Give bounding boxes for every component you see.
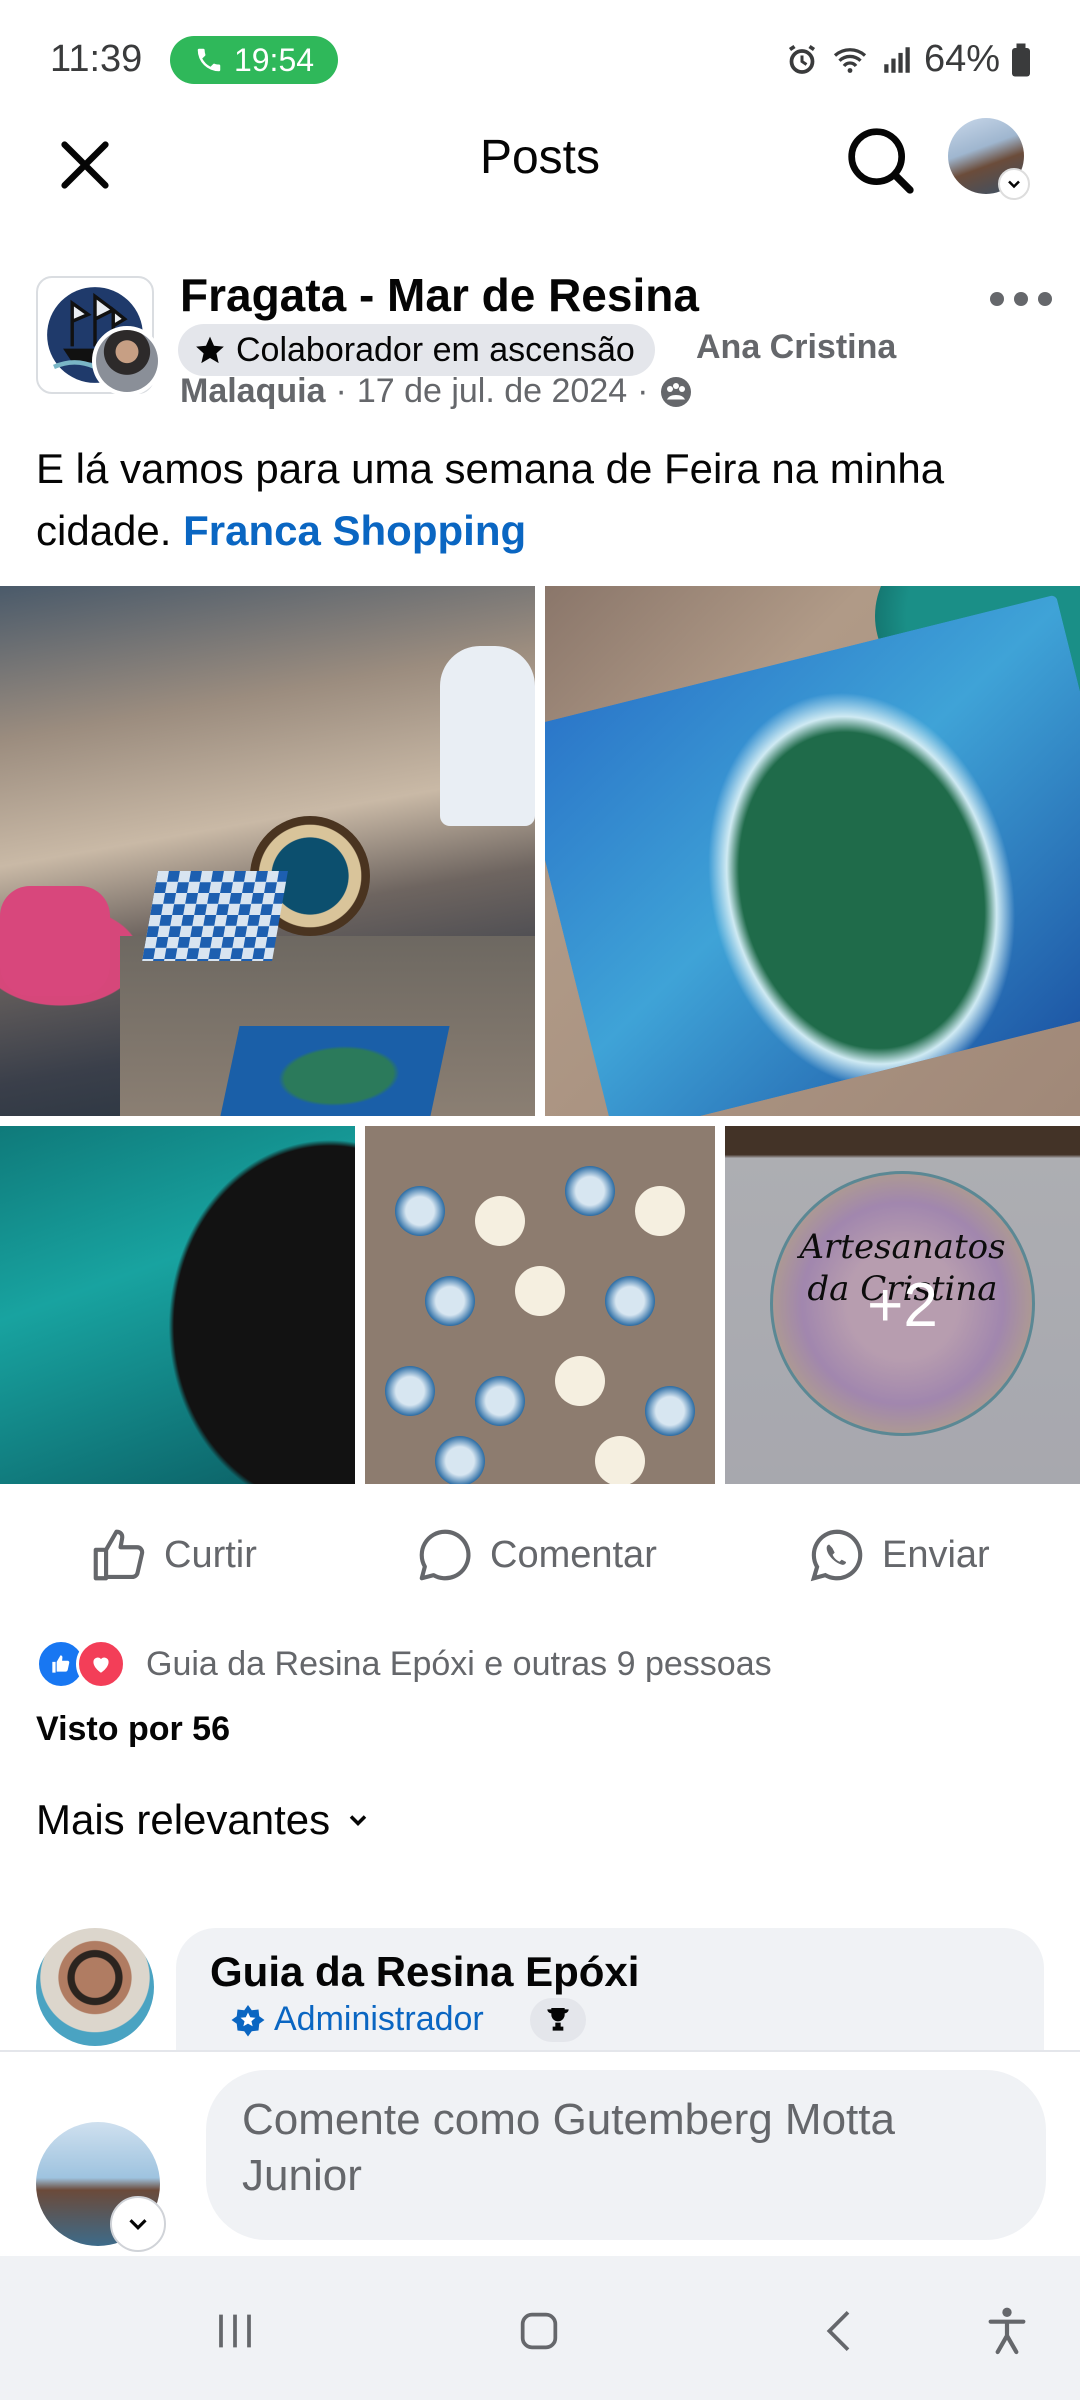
accessibility-icon: [988, 2307, 1026, 2355]
comment-button[interactable]: Comentar: [414, 1520, 657, 1590]
comment-bubble-icon: [419, 1529, 471, 1581]
battery-icon: [1012, 43, 1030, 76]
post-actions: Curtir Comentar Enviar: [0, 1500, 1080, 1610]
author-avatar[interactable]: [92, 326, 162, 396]
like-button[interactable]: Curtir: [88, 1520, 257, 1590]
profile-avatar-button[interactable]: [948, 118, 1030, 200]
rising-contributor-badge[interactable]: Colaborador em ascensão: [178, 324, 655, 376]
chevron-down-icon: [998, 168, 1030, 200]
chevron-down-icon: [110, 2196, 166, 2252]
comment-composer: Comente como Gutemberg Motta Junior: [0, 2050, 1080, 2256]
search-icon: [848, 128, 914, 194]
status-time: 11:39: [50, 38, 143, 80]
more-options-button[interactable]: [990, 284, 1054, 314]
app-bar: Posts: [0, 110, 1080, 240]
trophy-icon: [547, 2008, 569, 2031]
reaction-icons: [36, 1639, 132, 1689]
reactions-summary[interactable]: Guia da Resina Epóxi e outras 9 pessoas: [36, 1636, 772, 1692]
recent-apps-button[interactable]: [200, 2296, 270, 2366]
home-icon: [520, 2312, 558, 2350]
author-name[interactable]: Ana Cristina: [696, 328, 896, 367]
chevron-down-icon: [349, 1815, 367, 1826]
search-button[interactable]: [840, 120, 920, 200]
battery-percent: 64%: [923, 38, 1000, 80]
admin-badge[interactable]: Administrador: [230, 2000, 484, 2039]
sort-label: Mais relevantes: [36, 1796, 331, 1843]
post-photo-2[interactable]: [545, 586, 1080, 1116]
system-nav-bar: [0, 2256, 1080, 2400]
post-text: E lá vamos para uma semana de Feira na m…: [36, 438, 1046, 562]
back-icon: [826, 2311, 850, 2351]
post-photo-1[interactable]: [0, 586, 535, 1116]
post-header: Fragata - Mar de Resina Colaborador em a…: [0, 260, 1080, 420]
home-button[interactable]: [504, 2296, 574, 2366]
reactions-text: Guia da Resina Epóxi e outras 9 pessoas: [146, 1644, 772, 1683]
send-whatsapp-button[interactable]: Enviar: [806, 1520, 990, 1590]
call-duration: 19:54: [233, 41, 315, 78]
post-date[interactable]: 17 de jul. de 2024: [357, 372, 627, 411]
signal-icon: [884, 46, 910, 73]
post-meta: Malaquia · 17 de jul. de 2024 ·: [180, 372, 694, 411]
admin-star-icon: [231, 2004, 265, 2036]
love-reaction-icon: [76, 1639, 126, 1689]
accessibility-button[interactable]: [972, 2296, 1042, 2366]
like-label: Curtir: [164, 1533, 257, 1576]
comment-label: Comentar: [490, 1533, 657, 1576]
ongoing-call-pill[interactable]: 19:54: [170, 36, 338, 84]
badge-label: Colaborador em ascensão: [236, 330, 635, 369]
dot-icon: [1014, 292, 1028, 306]
author-name-continued[interactable]: Malaquia: [180, 372, 325, 411]
status-icons: 64%: [784, 38, 1032, 81]
send-label: Enviar: [882, 1533, 990, 1576]
status-bar: 11:39 19:54 64%: [0, 0, 1080, 120]
wifi-icon: [833, 47, 867, 73]
recent-apps-icon: [219, 2314, 251, 2348]
phone-icon: [197, 48, 221, 72]
page-name[interactable]: Fragata - Mar de Resina: [180, 268, 699, 322]
comment-sort-dropdown[interactable]: Mais relevantes: [36, 1796, 372, 1844]
location-link[interactable]: Franca Shopping: [183, 507, 526, 554]
comment-input[interactable]: Comente como Gutemberg Motta Junior: [206, 2070, 1046, 2240]
group-audience-icon: [661, 376, 692, 407]
whatsapp-icon: [810, 1529, 863, 1582]
dot-icon: [990, 292, 1004, 306]
seen-by-count[interactable]: Visto por 56: [36, 1710, 230, 1749]
top-fan-badge[interactable]: [530, 1998, 586, 2042]
star-icon: [196, 336, 224, 364]
alarm-icon: [788, 44, 815, 74]
dot-icon: [1038, 292, 1052, 306]
commenter-name[interactable]: Guia da Resina Epóxi: [210, 1948, 639, 1996]
back-button[interactable]: [806, 2296, 876, 2366]
admin-label: Administrador: [274, 2000, 484, 2038]
post-photo-3[interactable]: [0, 1126, 355, 1484]
commenter-avatar[interactable]: [36, 1928, 154, 2046]
comment-bubble[interactable]: Guia da Resina Epóxi Administrador: [176, 1928, 1044, 2050]
thumbs-up-icon: [93, 1529, 145, 1581]
current-user-avatar[interactable]: [36, 2122, 166, 2252]
more-photos-count[interactable]: +2: [725, 1126, 1080, 1484]
post-photo-4[interactable]: [365, 1126, 715, 1484]
